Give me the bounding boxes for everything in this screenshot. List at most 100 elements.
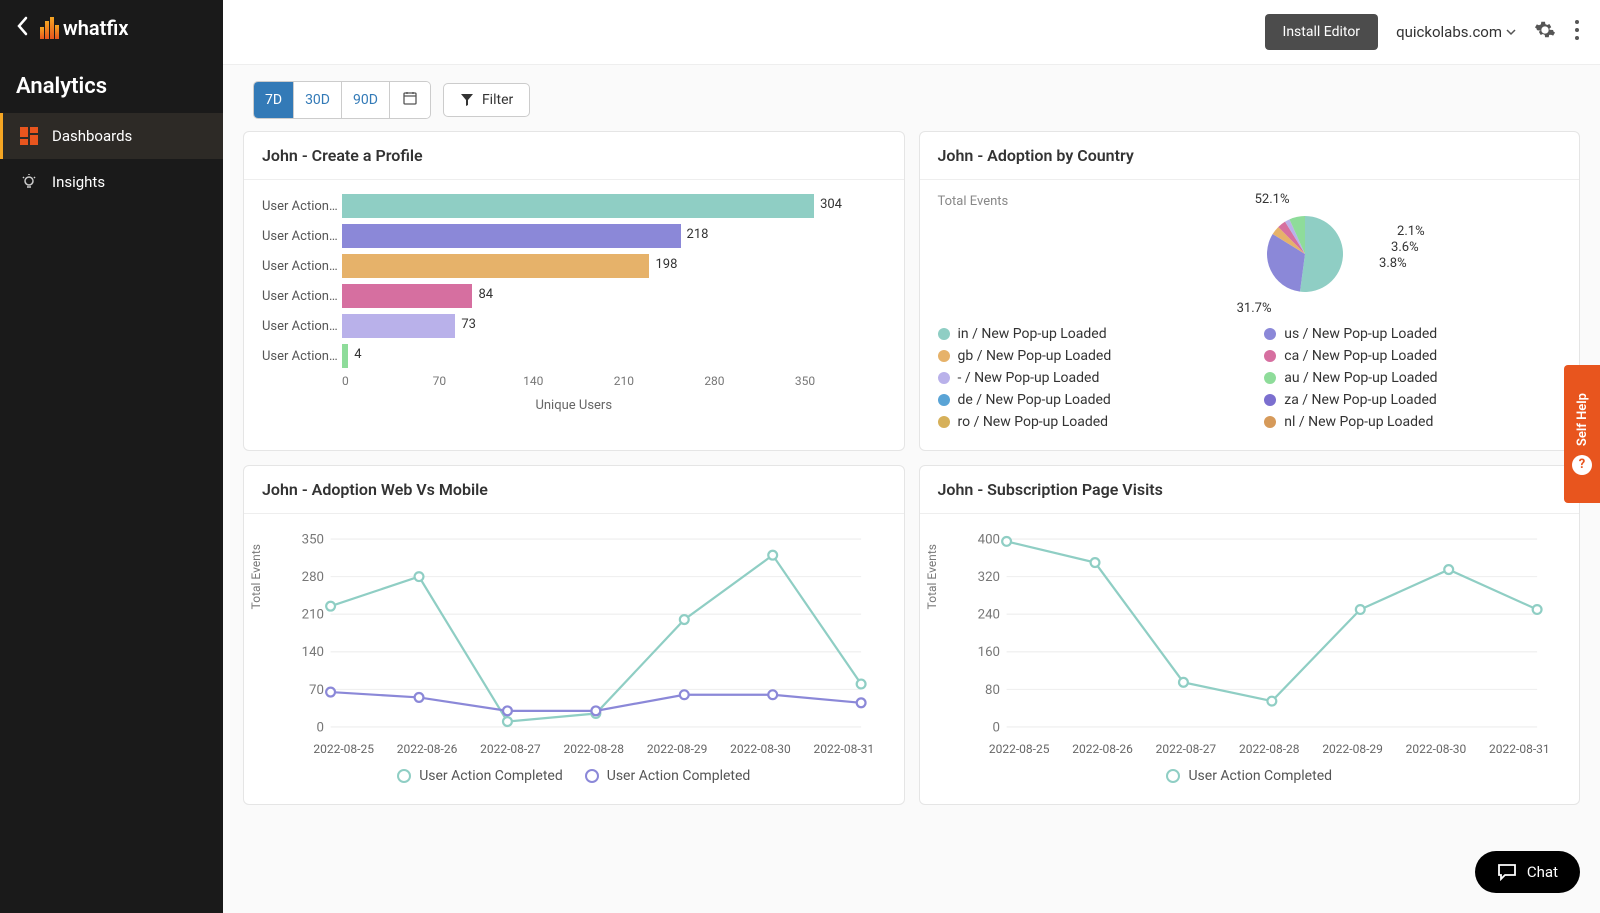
range-30d[interactable]: 30D: [294, 82, 342, 118]
main: Install Editor quickolabs.com 7D30D90D F…: [223, 0, 1600, 913]
help-icon: ?: [1572, 455, 1592, 475]
chat-button[interactable]: Chat: [1475, 851, 1580, 893]
more-vertical-icon[interactable]: [1574, 19, 1580, 45]
pie-chart: 52.1% 2.1% 3.6% 3.8% 31.7%: [1028, 194, 1561, 314]
bar-label: User Action…: [262, 199, 342, 214]
nav-label: Dashboards: [52, 127, 132, 145]
logo-text: whatfix: [63, 16, 128, 40]
legend-item: us / New Pop-up Loaded: [1264, 326, 1561, 342]
card-webmobile-title: John - Adoption Web Vs Mobile: [244, 466, 904, 514]
legend-label: de / New Pop-up Loaded: [958, 392, 1111, 408]
bar-row: User Action…4: [262, 344, 886, 368]
bar-track: 198: [342, 254, 886, 278]
sidebar-item-insights[interactable]: Insights: [0, 159, 223, 205]
bar-chart-xlabel: Unique Users: [262, 398, 886, 413]
bar-value: 4: [354, 347, 361, 362]
logo: whatfix: [40, 16, 128, 40]
svg-text:280: 280: [302, 570, 324, 585]
date-range-group: 7D30D90D: [253, 81, 431, 119]
dashboard-icon: [20, 127, 38, 145]
gear-icon[interactable]: [1534, 19, 1556, 45]
svg-text:240: 240: [977, 608, 999, 623]
sidebar-title: Analytics: [0, 56, 223, 113]
self-help-button[interactable]: Self Help ?: [1564, 365, 1600, 503]
bar-row: User Action…73: [262, 314, 886, 338]
bar-label: User Action…: [262, 229, 342, 244]
legend-label: User Action Completed: [419, 768, 563, 784]
legend-swatch: [938, 350, 950, 362]
range-90d[interactable]: 90D: [342, 82, 390, 118]
svg-text:350: 350: [302, 532, 324, 547]
bar-value: 304: [820, 197, 842, 212]
card-profile-body: User Action… 304 User Action… 218 User Actio…: [244, 180, 904, 433]
bar-chart: User Action… 304 User Action… 218 User Actio…: [262, 194, 886, 368]
legend-swatch: [1264, 328, 1276, 340]
svg-text:210: 210: [302, 608, 324, 623]
svg-text:0: 0: [992, 720, 999, 735]
legend-label: gb / New Pop-up Loaded: [958, 348, 1112, 364]
bar-fill: [342, 284, 472, 308]
card-country-body: Total Events 52.1% 2.1% 3.6% 3.8% 31.7%: [920, 180, 1580, 450]
range-7d[interactable]: 7D: [254, 82, 294, 118]
bar-value: 218: [687, 227, 709, 242]
card-subs-title: John - Subscription Page Visits: [920, 466, 1580, 514]
chat-label: Chat: [1527, 863, 1558, 881]
legend-label: - / New Pop-up Loaded: [958, 370, 1100, 386]
legend-label: ca / New Pop-up Loaded: [1284, 348, 1437, 364]
legend-item: au / New Pop-up Loaded: [1264, 370, 1561, 386]
pie-callout: 31.7%: [1237, 301, 1272, 316]
pie-callout: 2.1%: [1397, 224, 1425, 239]
pie-slice: [1300, 216, 1343, 292]
bar-fill: [342, 314, 455, 338]
card-country: John - Adoption by Country Total Events …: [919, 131, 1581, 451]
legend-item: nl / New Pop-up Loaded: [1264, 414, 1561, 430]
card-subs: John - Subscription Page Visits Total Ev…: [919, 465, 1581, 805]
svg-text:320: 320: [977, 570, 999, 585]
calendar-button[interactable]: [390, 82, 430, 118]
line-chart-subs: 080160240320400: [938, 528, 1562, 738]
nav-label: Insights: [52, 173, 105, 191]
filter-button[interactable]: Filter: [443, 83, 530, 117]
legend-swatch: [585, 769, 599, 783]
bar-label: User Action…: [262, 319, 342, 334]
legend-swatch: [1264, 350, 1276, 362]
card-subs-body: Total Events 080160240320400 2022-08-252…: [920, 514, 1580, 804]
legend-label: za / New Pop-up Loaded: [1284, 392, 1437, 408]
card-profile: John - Create a Profile User Action…304U…: [243, 131, 905, 451]
line-legend: User Action Completed: [938, 768, 1562, 784]
legend-label: nl / New Pop-up Loaded: [1284, 414, 1433, 430]
bar-track: 218: [342, 224, 886, 248]
sidebar-item-dashboards[interactable]: Dashboards: [0, 113, 223, 159]
back-icon[interactable]: [16, 16, 30, 40]
svg-text:70: 70: [309, 683, 324, 698]
card-webmobile: John - Adoption Web Vs Mobile Total Even…: [243, 465, 905, 805]
sidebar-header: whatfix: [0, 0, 223, 56]
logo-mark-icon: [40, 17, 59, 39]
line-legend-item: User Action Completed: [397, 768, 563, 784]
bar-label: User Action…: [262, 289, 342, 304]
bar-track: 304: [342, 194, 886, 218]
bar-value: 84: [478, 287, 493, 302]
pie-legend: in / New Pop-up Loadedus / New Pop-up Lo…: [938, 326, 1562, 430]
chat-icon: [1497, 863, 1517, 881]
domain-select[interactable]: quickolabs.com: [1396, 23, 1516, 41]
legend-swatch: [1264, 416, 1276, 428]
line-legend-item: User Action Completed: [585, 768, 751, 784]
legend-label: User Action Completed: [607, 768, 751, 784]
card-country-title: John - Adoption by Country: [920, 132, 1580, 180]
sidebar: whatfix Analytics Dashboards Insights: [0, 0, 223, 913]
line-chart-webmobile: 070140210280350: [262, 528, 886, 738]
card-webmobile-body: Total Events 070140210280350 2022-08-252…: [244, 514, 904, 804]
self-help-label: Self Help: [1575, 393, 1590, 446]
bar-row: User Action… 304: [262, 194, 886, 218]
legend-swatch: [397, 769, 411, 783]
filter-label: Filter: [482, 92, 513, 108]
bar-fill: [342, 344, 348, 368]
pie-callout: 52.1%: [1255, 192, 1290, 207]
legend-label: ro / New Pop-up Loaded: [958, 414, 1109, 430]
install-editor-button[interactable]: Install Editor: [1265, 14, 1379, 50]
legend-swatch: [938, 328, 950, 340]
bar-row: User Action… 84: [262, 284, 886, 308]
bar-row: User Action…198: [262, 254, 886, 278]
bar-fill: [342, 194, 814, 218]
